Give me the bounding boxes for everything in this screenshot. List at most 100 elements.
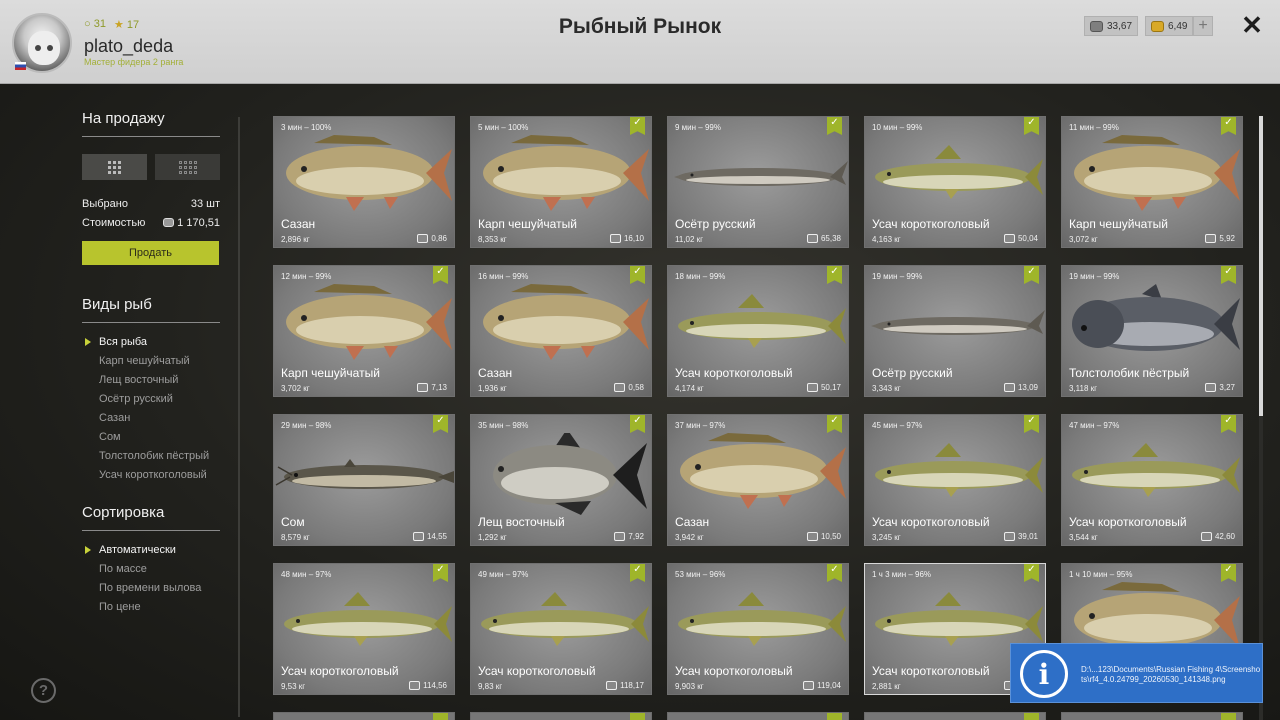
fish-card-partial[interactable] — [667, 712, 849, 720]
sort-by-time[interactable]: По времени вылова — [82, 579, 220, 598]
fish-weight: 9,53 кг — [281, 682, 306, 691]
fish-price: 50,04 — [1003, 234, 1038, 243]
fish-card[interactable]: 37 мин – 97% ✓ Сазан 3,942 кг 10,50 — [667, 414, 849, 546]
fish-price: 118,17 — [606, 681, 644, 690]
small-grid-view-button[interactable] — [155, 154, 220, 180]
fish-price: 16,10 — [609, 234, 644, 243]
catch-time: 12 мин – 99% — [281, 272, 332, 281]
silver-coin-icon — [412, 532, 424, 541]
price-value: 0,86 — [431, 234, 447, 243]
check-icon[interactable]: ✓ — [1024, 117, 1039, 135]
fish-card[interactable]: 48 мин – 97% ✓ Усач короткоголовый 9,53 кг 1… — [273, 563, 455, 695]
fish-weight: 3,118 кг — [1069, 384, 1098, 393]
notification-message: D:\...123\Documents\Russian Fishing 4\Sc… — [1081, 665, 1261, 684]
fish-card-partial[interactable] — [273, 712, 455, 720]
check-icon[interactable]: ✓ — [630, 266, 645, 284]
screenshot-notification[interactable]: i D:\...123\Documents\Russian Fishing 4\… — [1010, 643, 1263, 703]
fish-card[interactable]: 3 мин – 100% Сазан 2,896 кг 0,86 — [273, 116, 455, 248]
fish-card[interactable]: 53 мин – 96% ✓ Усач короткоголовый 9,903 кг… — [667, 563, 849, 695]
check-icon[interactable]: ✓ — [827, 117, 842, 135]
scrollbar-thumb[interactable] — [1259, 116, 1263, 416]
check-icon[interactable]: ✓ — [1221, 564, 1236, 582]
check-icon[interactable]: ✓ — [1024, 564, 1039, 582]
fish-card[interactable]: 18 мин – 99% ✓ Усач короткоголовый 4,174 кг… — [667, 265, 849, 397]
price-value: 7,13 — [431, 383, 447, 392]
check-icon[interactable]: ✓ — [630, 564, 645, 582]
species-filter-all[interactable]: Вся рыба — [82, 333, 220, 352]
fish-card[interactable]: 12 мин – 99% ✓ Карп чешуйчатый 3,702 кг 7,13 — [273, 265, 455, 397]
fish-image — [471, 582, 651, 664]
add-currency-button[interactable]: + — [1193, 16, 1213, 36]
fish-card[interactable]: 29 мин – 98% ✓ Сом 8,579 кг 14,55 — [273, 414, 455, 546]
help-icon[interactable]: ? — [31, 678, 56, 703]
fish-image — [274, 284, 454, 366]
species-filter-item[interactable]: Сом — [82, 428, 220, 447]
fish-card[interactable]: 9 мин – 99% ✓ Осётр русский 11,02 кг 65,38 — [667, 116, 849, 248]
fish-image — [865, 433, 1045, 515]
species-filter-item[interactable]: Лещ восточный — [82, 371, 220, 390]
russia-flag-icon — [15, 62, 26, 70]
sidebar: На продажу Выбрано 33 шт Стоимостью 1 17… — [82, 110, 220, 617]
check-icon[interactable]: ✓ — [827, 415, 842, 433]
check-icon[interactable]: ✓ — [433, 415, 448, 433]
species-filter-item[interactable]: Осётр русский — [82, 390, 220, 409]
fish-card[interactable]: 45 мин – 97% ✓ Усач короткоголовый 3,245 кг… — [864, 414, 1046, 546]
fish-name: Усач короткоголовый — [675, 664, 793, 678]
species-filter-item[interactable]: Усач короткоголовый — [82, 466, 220, 485]
sort-by-price[interactable]: По цене — [82, 598, 220, 617]
check-icon[interactable]: ✓ — [630, 117, 645, 135]
check-icon[interactable]: ✓ — [433, 266, 448, 284]
sort-by-mass[interactable]: По массе — [82, 560, 220, 579]
sort-auto[interactable]: Автоматически — [82, 541, 220, 560]
fish-card[interactable]: 16 мин – 99% ✓ Сазан 1,936 кг 0,58 — [470, 265, 652, 397]
fish-card-partial[interactable] — [864, 712, 1046, 720]
check-icon[interactable]: ✓ — [827, 266, 842, 284]
large-grid-view-button[interactable] — [82, 154, 147, 180]
fish-card[interactable]: 10 мин – 99% ✓ Усач короткоголовый 4,163 кг… — [864, 116, 1046, 248]
silver-coin-icon — [417, 383, 429, 392]
cost-amount: 1 170,51 — [163, 217, 220, 229]
fish-price: 7,92 — [614, 532, 644, 541]
check-icon[interactable]: ✓ — [1024, 415, 1039, 433]
fish-card[interactable]: 11 мин – 99% ✓ Карп чешуйчатый 3,072 кг 5,92 — [1061, 116, 1243, 248]
species-filter-item[interactable]: Сазан — [82, 409, 220, 428]
fish-card[interactable]: 35 мин – 98% ✓ Лещ восточный 1,292 кг 7,92 — [470, 414, 652, 546]
check-icon[interactable]: ✓ — [433, 564, 448, 582]
fish-image — [865, 284, 1045, 366]
fish-weight: 9,903 кг — [675, 682, 704, 691]
silver-coin-icon — [1003, 234, 1015, 243]
fish-card-partial[interactable] — [1061, 712, 1243, 720]
fish-image — [274, 582, 454, 664]
gold-value: 6,49 — [1168, 20, 1188, 32]
fish-name: Усач короткоголовый — [675, 366, 793, 380]
fish-card[interactable]: 19 мин – 99% ✓ Толстолобик пёстрый 3,118 кг… — [1061, 265, 1243, 397]
check-icon[interactable]: ✓ — [1221, 266, 1236, 284]
fish-weight: 3,544 кг — [1069, 533, 1098, 542]
player-rank: Мастер фидера 2 ранга — [84, 57, 184, 67]
fish-card[interactable]: 49 мин – 97% ✓ Усач короткоголовый 9,83 кг 1… — [470, 563, 652, 695]
check-icon[interactable]: ✓ — [1024, 266, 1039, 284]
silver-coin-icon — [417, 234, 429, 243]
check-icon[interactable]: ✓ — [1221, 415, 1236, 433]
check-icon[interactable]: ✓ — [630, 415, 645, 433]
scrollbar[interactable] — [1259, 116, 1263, 720]
fish-card[interactable]: 47 мин – 97% ✓ Усач короткоголовый 3,544 кг… — [1061, 414, 1243, 546]
selected-label: Выбрано — [82, 198, 128, 210]
check-icon — [827, 713, 842, 720]
fish-card-partial[interactable] — [470, 712, 652, 720]
species-filter-item[interactable]: Карп чешуйчатый — [82, 352, 220, 371]
price-value: 114,56 — [423, 681, 447, 690]
sell-button[interactable]: Продать — [82, 241, 219, 265]
close-icon[interactable]: ✕ — [1240, 12, 1264, 38]
grid-small-icon — [178, 160, 197, 174]
catch-time: 53 мин – 96% — [675, 570, 726, 579]
catch-time: 1 ч 10 мин – 95% — [1069, 570, 1133, 579]
check-icon — [1221, 713, 1236, 720]
catch-time: 11 мин – 99% — [1069, 123, 1119, 132]
check-icon[interactable]: ✓ — [827, 564, 842, 582]
fish-card[interactable]: 5 мин – 100% ✓ Карп чешуйчатый 8,353 кг 16,1… — [470, 116, 652, 248]
check-icon[interactable]: ✓ — [1221, 117, 1236, 135]
fish-card[interactable]: 19 мин – 99% ✓ Осётр русский 3,343 кг 13,09 — [864, 265, 1046, 397]
species-filter-item[interactable]: Толстолобик пёстрый — [82, 447, 220, 466]
fish-weight: 1,292 кг — [478, 533, 507, 542]
